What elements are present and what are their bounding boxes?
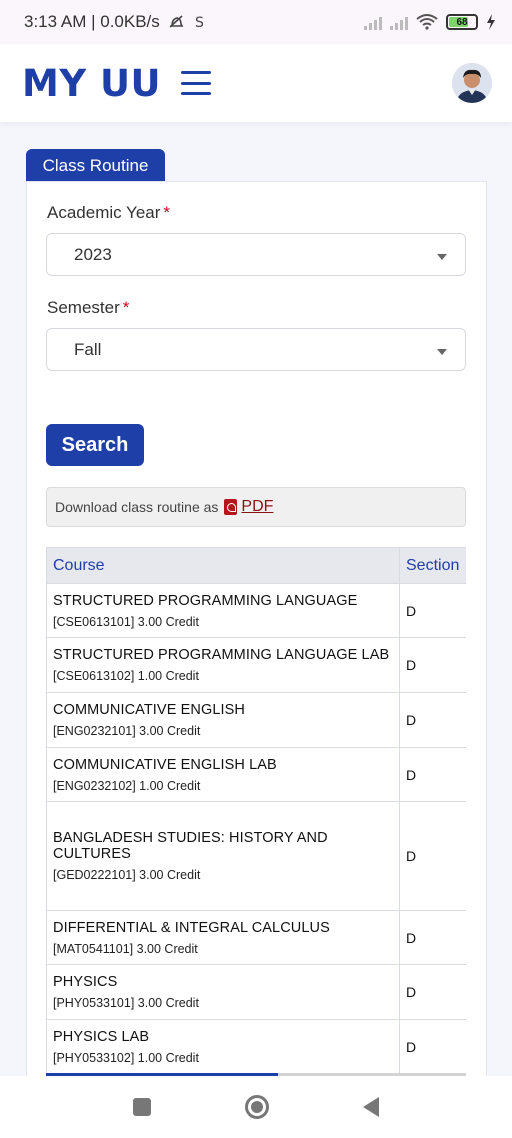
course-section: D [399, 637, 466, 693]
course-section: D [399, 964, 466, 1020]
pdf-icon [224, 499, 238, 515]
course-code: [PHY0533102] 1.00 Credit [53, 1050, 199, 1065]
course-code: [CSE0613102] 1.00 Credit [53, 669, 199, 683]
course-code: [CSE0613101] 3.00 Credit [53, 614, 199, 629]
download-text: Download class routine as [55, 499, 219, 515]
download-bar: Download class routine as PDF [46, 487, 466, 527]
table-header-row: Course Section [46, 547, 466, 584]
chevron-down-icon [437, 254, 447, 260]
table-row: DIFFERENTIAL & INTEGRAL CALCULUS [MAT0541… [46, 910, 466, 965]
table-row: BANGLADESH STUDIES: HISTORY AND CULTURES… [46, 801, 466, 911]
course-name: PHYSICS [53, 974, 118, 990]
tab-class-routine[interactable]: Class Routine [26, 149, 165, 182]
course-code: [GED0222101] 3.00 Credit [53, 868, 201, 882]
status-right: 68 [364, 14, 496, 30]
course-name: COMMUNICATIVE ENGLISH [53, 702, 245, 718]
course-section: D [399, 801, 466, 911]
academic-year-select[interactable]: 2023 [46, 233, 466, 276]
system-nav-bar [0, 1076, 512, 1138]
status-bar: 3:13 AM | 0.0KB/s S 68 [0, 0, 512, 44]
semester-value: Fall [74, 339, 102, 359]
table-row: COMMUNICATIVE ENGLISH [ENG0232101] 3.00 C… [46, 692, 466, 748]
status-left: 3:13 AM | 0.0KB/s S [24, 12, 208, 32]
app-logo[interactable]: MY UU [22, 62, 161, 105]
routine-table-container[interactable]: Course Section STRUCTURED PROGRAMMING LA… [46, 547, 466, 1076]
course-section: D [399, 692, 466, 748]
course-name: DIFFERENTIAL & INTEGRAL CALCULUS [53, 919, 330, 936]
academic-year-label: Academic Year * [47, 203, 171, 222]
table-row: COMMUNICATIVE ENGLISH LAB [ENG0232102] 1.… [46, 747, 466, 802]
course-section: D [399, 910, 466, 965]
signal-icon [364, 14, 382, 30]
semester-label: Semester * [47, 298, 130, 317]
battery-icon: 68 [446, 14, 478, 30]
course-section: D [399, 1019, 466, 1074]
mute-icon [169, 15, 184, 28]
course-code: [PHY0533101] 3.00 Credit [53, 996, 199, 1010]
course-code: [ENG0232102] 1.00 Credit [53, 778, 201, 793]
course-section: D [399, 583, 466, 638]
home-icon[interactable] [245, 1095, 269, 1119]
course-section: D [399, 747, 466, 802]
course-name: STRUCTURED PROGRAMMING LANGUAGE [53, 592, 358, 609]
routine-table: Course Section STRUCTURED PROGRAMMING LA… [46, 547, 466, 1074]
svg-text:S: S [195, 15, 204, 31]
header-section[interactable]: Section [399, 547, 466, 584]
course-name: BANGLADESH STUDIES: HISTORY AND CULTURES [53, 830, 328, 862]
required-mark: * [163, 203, 171, 222]
course-code: [MAT0541101] 3.00 Credit [53, 941, 198, 956]
course-code: [ENG0232101] 3.00 Credit [53, 724, 201, 738]
back-icon[interactable] [363, 1097, 379, 1117]
semester-select[interactable]: Fall [46, 328, 466, 371]
search-button[interactable]: Search [46, 424, 144, 466]
signal-icon-2 [390, 14, 408, 30]
wifi-icon [416, 14, 438, 30]
user-photo-icon [452, 63, 492, 103]
table-row: PHYSICS [PHY0533101] 3.00 Credit D [46, 964, 466, 1020]
chevron-down-icon [437, 349, 447, 355]
pdf-download-link[interactable]: PDF [224, 498, 273, 516]
battery-level: 68 [456, 16, 468, 28]
required-mark: * [122, 298, 130, 317]
status-time: 3:13 AM | 0.0KB/s [24, 12, 160, 31]
sync-icon: S [195, 15, 204, 31]
table-row: PHYSICS LAB [PHY0533102] 1.00 Credit D [46, 1019, 466, 1074]
academic-year-value: 2023 [74, 244, 112, 264]
table-row: STRUCTURED PROGRAMMING LANGUAGE LAB [CSE0… [46, 637, 466, 693]
hamburger-icon[interactable] [181, 71, 212, 95]
header-course[interactable]: Course [46, 547, 400, 584]
app-header: MY UU [0, 44, 512, 122]
course-name: COMMUNICATIVE ENGLISH LAB [53, 756, 277, 773]
course-name: STRUCTURED PROGRAMMING LANGUAGE LAB [53, 647, 390, 663]
pdf-label: PDF [241, 498, 274, 515]
charging-icon [487, 14, 495, 30]
avatar[interactable] [452, 63, 492, 103]
course-name: PHYSICS LAB [53, 1028, 150, 1045]
recents-icon[interactable] [133, 1098, 151, 1116]
table-row: STRUCTURED PROGRAMMING LANGUAGE [CSE06131… [46, 583, 466, 638]
